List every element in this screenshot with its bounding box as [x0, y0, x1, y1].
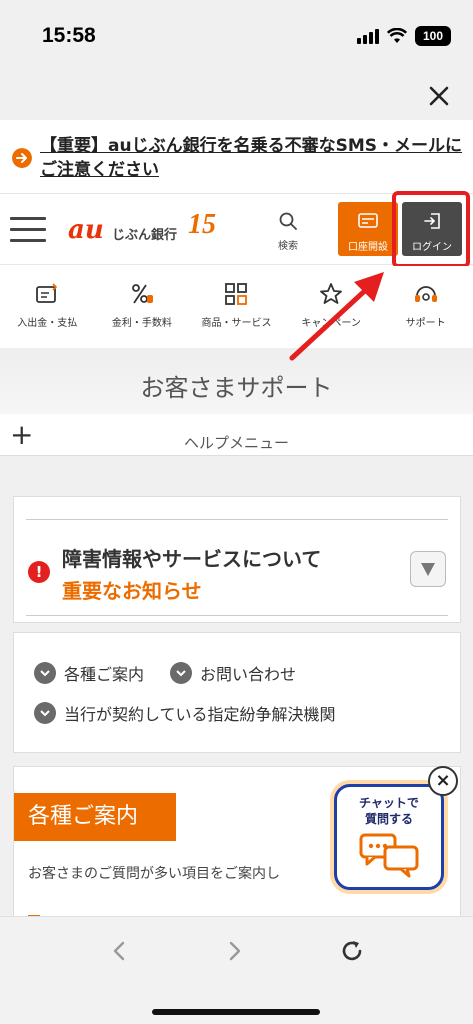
- percent-icon: [131, 284, 153, 304]
- home-indicator[interactable]: [152, 1009, 320, 1015]
- search-icon: [279, 212, 297, 230]
- triangle-down-icon: [421, 563, 435, 576]
- open-account-button[interactable]: 口座開設: [338, 202, 398, 256]
- chat-label-line2: 質問する: [364, 812, 413, 826]
- alert-title: 障害情報やサービスについて: [62, 547, 322, 571]
- back-icon[interactable]: [108, 939, 132, 963]
- status-time: 15:58: [42, 24, 96, 47]
- link-label: 当行が契約している指定紛争解決機関: [64, 705, 336, 724]
- divider: [26, 519, 448, 520]
- category-rates-fees[interactable]: 金利・手数料: [95, 266, 190, 348]
- category-label: 金利・手数料: [111, 318, 172, 329]
- login-highlight-box: [392, 191, 470, 268]
- search-button[interactable]: 検索: [268, 211, 308, 252]
- section-heading: 各種ご案内: [14, 793, 176, 841]
- hamburger-menu-icon[interactable]: [10, 217, 46, 243]
- link-dispute-resolution[interactable]: 当行が契約している指定紛争解決機関: [34, 701, 336, 725]
- chevron-down-icon: [170, 662, 192, 684]
- page-title: お客さまサポート: [140, 374, 333, 402]
- link-guide[interactable]: 各種ご案内: [34, 661, 144, 685]
- reload-icon[interactable]: [338, 937, 366, 965]
- category-label: 入出金・支払: [17, 318, 78, 329]
- help-menu-label: ヘルプメニュー: [183, 434, 289, 452]
- browser-top-bar: [0, 76, 473, 120]
- wallet-icon: [36, 283, 58, 303]
- service-alert-card[interactable]: ! 障害情報やサービスについて 重要なお知らせ: [13, 496, 461, 623]
- logo-bank-name[interactable]: じぶん銀行: [112, 224, 177, 243]
- help-menu-toggle[interactable]: + ヘルプメニュー: [0, 414, 473, 456]
- divider: [26, 615, 448, 616]
- link-label: 各種ご案内: [64, 665, 145, 684]
- notice-link[interactable]: 【重要】auじぶん銀行を名乗る不審なSMS・メールにご注意ください: [40, 134, 465, 182]
- open-account-label: 口座開設: [348, 242, 388, 253]
- card-icon: [358, 213, 378, 228]
- link-label: お問い合わせ: [200, 665, 297, 684]
- chat-close-button[interactable]: ×: [428, 766, 458, 796]
- arrow-right-circle-icon: [12, 148, 32, 168]
- grid-icon: [225, 283, 248, 305]
- signal-icon: [357, 28, 379, 44]
- page-title-band: お客さまサポート: [0, 348, 473, 414]
- status-icons: 100: [357, 26, 451, 46]
- support-icon: [414, 286, 437, 302]
- anniversary-logo: 15: [188, 209, 216, 240]
- chat-widget-button[interactable]: チャットで 質問する: [334, 784, 444, 890]
- link-contact[interactable]: お問い合わせ: [170, 661, 296, 685]
- chat-label-line1: チャットで: [359, 796, 419, 810]
- category-nav: 入出金・支払 金利・手数料 商品・サービス キャンペーン: [0, 266, 473, 348]
- category-label: 商品・サービス: [201, 318, 272, 329]
- chevron-down-icon: [34, 702, 56, 724]
- chat-bubble-icon: [359, 833, 419, 878]
- arrow-annotation-icon: [289, 272, 384, 361]
- alert-subtitle: 重要なお知らせ: [62, 579, 202, 603]
- status-bar: 15:58 100: [0, 0, 473, 76]
- section-description: お客さまのご質問が多い項目をご案内し: [28, 866, 280, 882]
- browser-bottom-bar: [0, 916, 473, 1024]
- wifi-icon: [387, 28, 407, 43]
- search-label: 検索: [278, 241, 298, 252]
- logo-au[interactable]: au: [68, 215, 104, 245]
- exclamation-icon: !: [28, 561, 50, 583]
- important-notice[interactable]: 【重要】auじぶん銀行を名乗る不審なSMS・メールにご注意ください: [0, 120, 473, 194]
- battery-icon: 100: [415, 26, 451, 46]
- category-products-services[interactable]: 商品・サービス: [189, 266, 284, 348]
- expand-toggle-button[interactable]: [410, 551, 446, 587]
- close-icon[interactable]: [423, 80, 455, 112]
- forward-icon[interactable]: [222, 939, 246, 963]
- quick-links-card: 各種ご案内 お問い合わせ 当行が契約している指定紛争解決機関: [13, 632, 461, 753]
- category-deposit-payment[interactable]: 入出金・支払: [0, 266, 95, 348]
- chevron-down-icon: [34, 662, 56, 684]
